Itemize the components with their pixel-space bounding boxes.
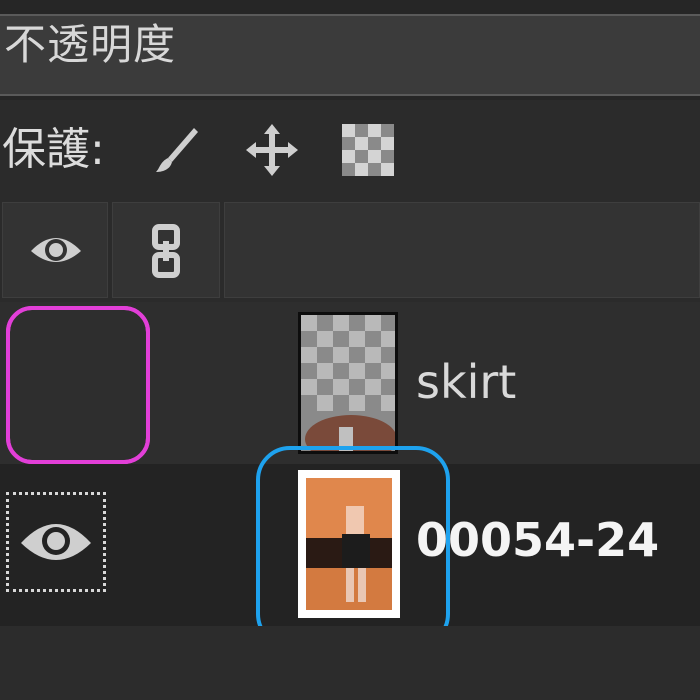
photo-thumbnail-image <box>306 478 392 610</box>
opacity-row: 不透明度 <box>0 0 700 100</box>
empty-area <box>0 626 700 700</box>
layer-thumbnail <box>298 470 400 618</box>
skirt-thumbnail-image <box>301 315 395 451</box>
eye-icon <box>21 524 91 560</box>
move-icon[interactable] <box>244 122 300 178</box>
eye-icon <box>31 238 81 262</box>
header-link[interactable] <box>112 202 220 298</box>
chain-link-icon <box>152 224 180 278</box>
opacity-label: 不透明度 <box>4 20 177 69</box>
visibility-toggle-visible[interactable] <box>6 492 106 592</box>
visibility-toggle-hidden[interactable] <box>6 306 150 464</box>
header-visibility[interactable] <box>2 202 108 298</box>
layers-header <box>0 198 700 302</box>
layer-name-skirt[interactable]: skirt <box>416 354 516 410</box>
layers-panel: 不透明度 保護: skirt 00054-24 <box>0 0 700 700</box>
layer-thumbnail <box>298 312 398 454</box>
header-layer-name <box>224 202 700 298</box>
protect-row: 保護: <box>0 100 700 198</box>
brush-icon[interactable] <box>150 122 206 178</box>
protect-label: 保護: <box>2 124 105 175</box>
layer-name-00054[interactable]: 00054-24 <box>416 512 659 568</box>
checkerboard-icon[interactable] <box>340 122 396 178</box>
